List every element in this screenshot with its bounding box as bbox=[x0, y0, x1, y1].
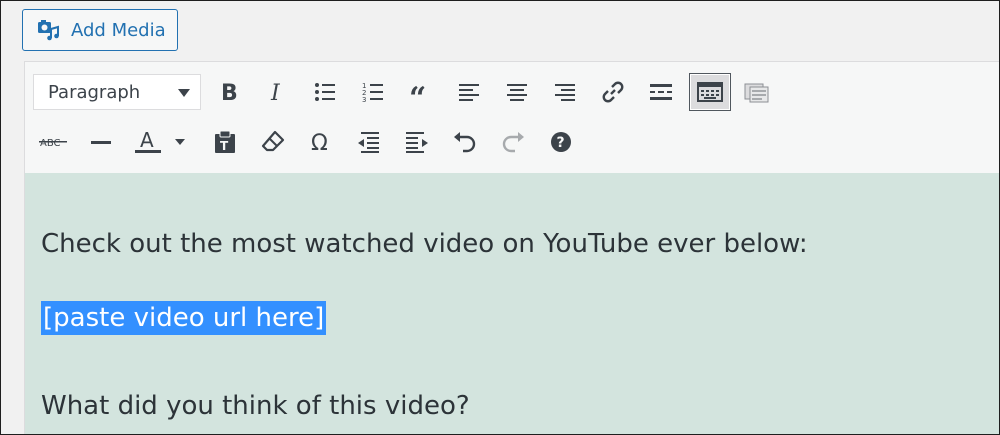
editor-frame: Add Media Paragraph B I 1 2 3 “ ABC A T … bbox=[0, 0, 1000, 435]
fullscreen-icon bbox=[744, 83, 769, 103]
align-right-icon bbox=[555, 84, 575, 101]
align-left-button[interactable] bbox=[449, 72, 489, 112]
format-select-value: Paragraph bbox=[48, 81, 141, 103]
add-media-label: Add Media bbox=[71, 19, 166, 41]
add-media-icon bbox=[37, 19, 61, 41]
numbered-list-icon: 1 2 3 bbox=[362, 82, 383, 103]
special-character-button[interactable]: Ω bbox=[301, 122, 341, 162]
bullet-list-button[interactable] bbox=[305, 72, 345, 112]
toolbar-toggle-icon bbox=[697, 82, 723, 102]
text-color-icon: A bbox=[135, 129, 185, 153]
paste-as-text-button[interactable]: T bbox=[205, 122, 245, 162]
bold-button[interactable]: B bbox=[209, 72, 249, 112]
italic-icon: I bbox=[270, 81, 281, 103]
svg-text:3: 3 bbox=[362, 96, 366, 103]
italic-button[interactable]: I bbox=[257, 72, 297, 112]
editor-toolbar: Paragraph B I 1 2 3 “ ABC A T Ω ? bbox=[25, 62, 999, 173]
link-icon bbox=[602, 81, 624, 103]
read-more-button[interactable] bbox=[641, 72, 681, 112]
help-button[interactable]: ? bbox=[541, 122, 581, 162]
align-center-button[interactable] bbox=[497, 72, 537, 112]
svg-text:T: T bbox=[220, 139, 229, 153]
editor: Paragraph B I 1 2 3 “ ABC A T Ω ? Check … bbox=[24, 61, 999, 434]
text-color-button[interactable]: A bbox=[129, 122, 189, 162]
numbered-list-button[interactable]: 1 2 3 bbox=[353, 72, 393, 112]
paragraph-question[interactable]: What did you think of this video? bbox=[41, 391, 470, 421]
toolbar-toggle-button[interactable] bbox=[689, 73, 731, 111]
bullet-list-icon bbox=[315, 83, 335, 101]
undo-icon bbox=[454, 132, 476, 153]
editor-content[interactable]: Check out the most watched video on YouT… bbox=[25, 173, 999, 434]
align-left-icon bbox=[459, 84, 479, 101]
horizontal-line-icon bbox=[91, 141, 111, 144]
svg-text:?: ? bbox=[557, 135, 565, 151]
horizontal-line-button[interactable] bbox=[81, 122, 121, 162]
svg-text:A: A bbox=[140, 129, 154, 152]
blockquote-button[interactable]: “ bbox=[401, 72, 441, 112]
redo-icon bbox=[502, 132, 524, 153]
blockquote-icon: “ bbox=[409, 82, 426, 102]
outdent-button[interactable] bbox=[349, 122, 389, 162]
paste-as-text-icon: T bbox=[215, 130, 235, 153]
fullscreen-button[interactable] bbox=[737, 72, 777, 112]
svg-text:ABC: ABC bbox=[40, 138, 61, 149]
svg-text:I: I bbox=[270, 81, 281, 103]
clear-formatting-icon bbox=[261, 130, 285, 152]
undo-button[interactable] bbox=[445, 122, 485, 162]
format-select[interactable]: Paragraph bbox=[33, 74, 201, 110]
paragraph-intro[interactable]: Check out the most watched video on YouT… bbox=[41, 229, 808, 259]
redo-button bbox=[493, 122, 533, 162]
add-media-button[interactable]: Add Media bbox=[22, 9, 178, 51]
bold-icon: B bbox=[221, 81, 238, 103]
align-center-icon bbox=[507, 84, 527, 101]
outdent-icon bbox=[358, 132, 379, 153]
align-right-button[interactable] bbox=[545, 72, 585, 112]
indent-icon bbox=[406, 132, 428, 153]
svg-text:“: “ bbox=[409, 82, 426, 102]
chevron-down-icon bbox=[178, 89, 190, 97]
svg-text:Ω: Ω bbox=[311, 131, 328, 154]
strikethrough-icon: ABC bbox=[39, 138, 67, 149]
paragraph-placeholder[interactable]: [paste video url here] bbox=[41, 301, 327, 335]
clear-formatting-button[interactable] bbox=[253, 122, 293, 162]
indent-button[interactable] bbox=[397, 122, 437, 162]
svg-text:B: B bbox=[221, 81, 238, 103]
special-character-icon: Ω bbox=[311, 131, 328, 154]
selected-text[interactable]: [paste video url here] bbox=[41, 301, 327, 335]
strikethrough-button[interactable]: ABC bbox=[33, 122, 73, 162]
link-button[interactable] bbox=[593, 72, 633, 112]
read-more-icon bbox=[650, 84, 672, 100]
help-icon: ? bbox=[551, 132, 571, 152]
